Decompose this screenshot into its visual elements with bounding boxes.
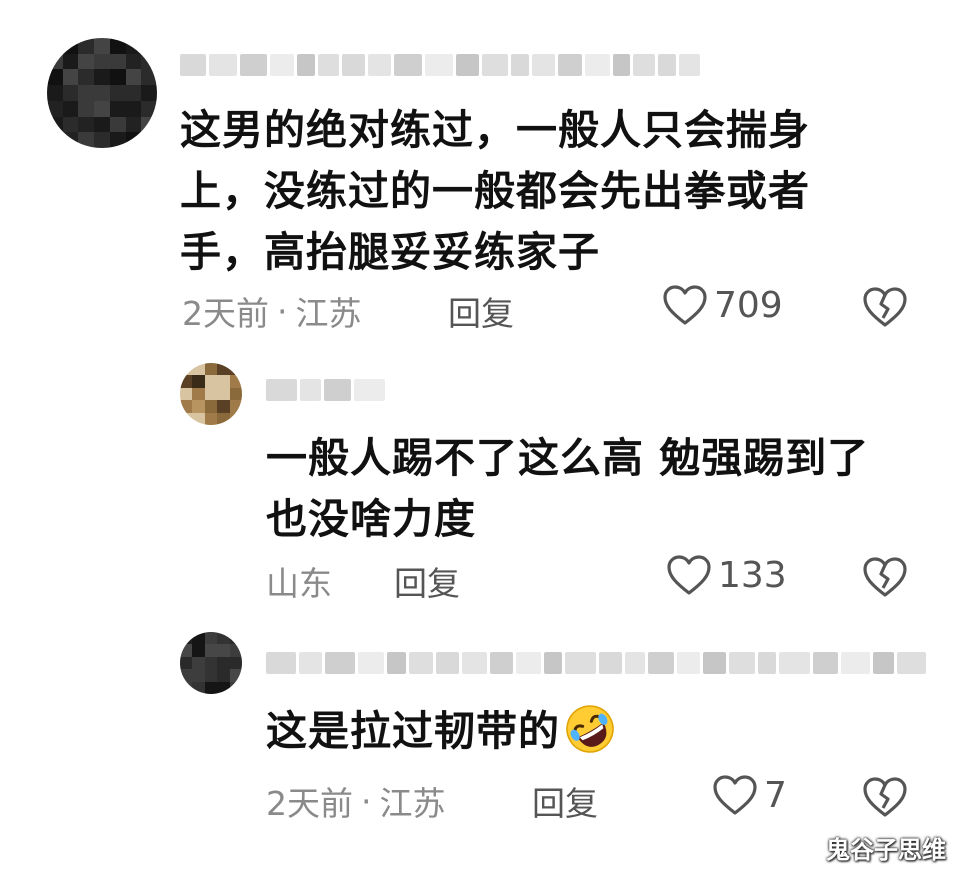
location: 江苏 bbox=[379, 784, 446, 823]
dislike-button[interactable] bbox=[862, 556, 908, 598]
like-count: 7 bbox=[764, 774, 787, 816]
location: 江苏 bbox=[295, 294, 362, 333]
meta-separator: · bbox=[277, 291, 288, 331]
like-count: 133 bbox=[718, 554, 787, 596]
comment-meta: 山东 bbox=[266, 557, 332, 605]
avatar[interactable] bbox=[180, 632, 242, 694]
comment-meta: 2天前 · 江苏 bbox=[182, 287, 362, 335]
avatar[interactable] bbox=[180, 363, 242, 425]
comment-text: 这是拉过韧带的 bbox=[266, 701, 926, 762]
location: 山东 bbox=[266, 564, 332, 603]
username-blurred[interactable] bbox=[180, 50, 700, 80]
dislike-button[interactable] bbox=[862, 286, 908, 328]
comment-text: 这男的绝对练过，一般人只会揣身 上，没练过的一般都会先出拳或者 手，高抬腿妥妥练… bbox=[180, 106, 810, 276]
broken-heart-icon bbox=[862, 776, 908, 818]
reply-button[interactable]: 回复 bbox=[532, 777, 598, 825]
comment-text: 一般人踢不了这么高 勉强踢到了 也没啥力度 bbox=[266, 434, 870, 543]
rolling-on-floor-laughing-emoji bbox=[564, 703, 616, 755]
like-button[interactable]: 133 bbox=[666, 554, 787, 596]
broken-heart-icon bbox=[862, 556, 908, 598]
heart-outline-icon bbox=[712, 774, 758, 816]
avatar[interactable] bbox=[47, 38, 157, 148]
watermark: 鬼谷子思维 bbox=[826, 836, 946, 864]
timestamp: 2天前 bbox=[266, 784, 353, 823]
broken-heart-icon bbox=[862, 286, 908, 328]
meta-separator: · bbox=[361, 781, 372, 821]
like-button[interactable]: 7 bbox=[712, 774, 787, 816]
username-blurred[interactable] bbox=[266, 375, 386, 405]
like-button[interactable]: 709 bbox=[662, 284, 783, 326]
reply-button[interactable]: 回复 bbox=[448, 287, 514, 335]
reply-button[interactable]: 回复 bbox=[394, 557, 460, 605]
dislike-button[interactable] bbox=[862, 776, 908, 818]
heart-outline-icon bbox=[666, 554, 712, 596]
timestamp: 2天前 bbox=[182, 294, 269, 333]
like-count: 709 bbox=[714, 284, 783, 326]
heart-outline-icon bbox=[662, 284, 708, 326]
username-blurred[interactable] bbox=[266, 648, 926, 678]
comment-meta: 2天前 · 江苏 bbox=[266, 777, 446, 825]
